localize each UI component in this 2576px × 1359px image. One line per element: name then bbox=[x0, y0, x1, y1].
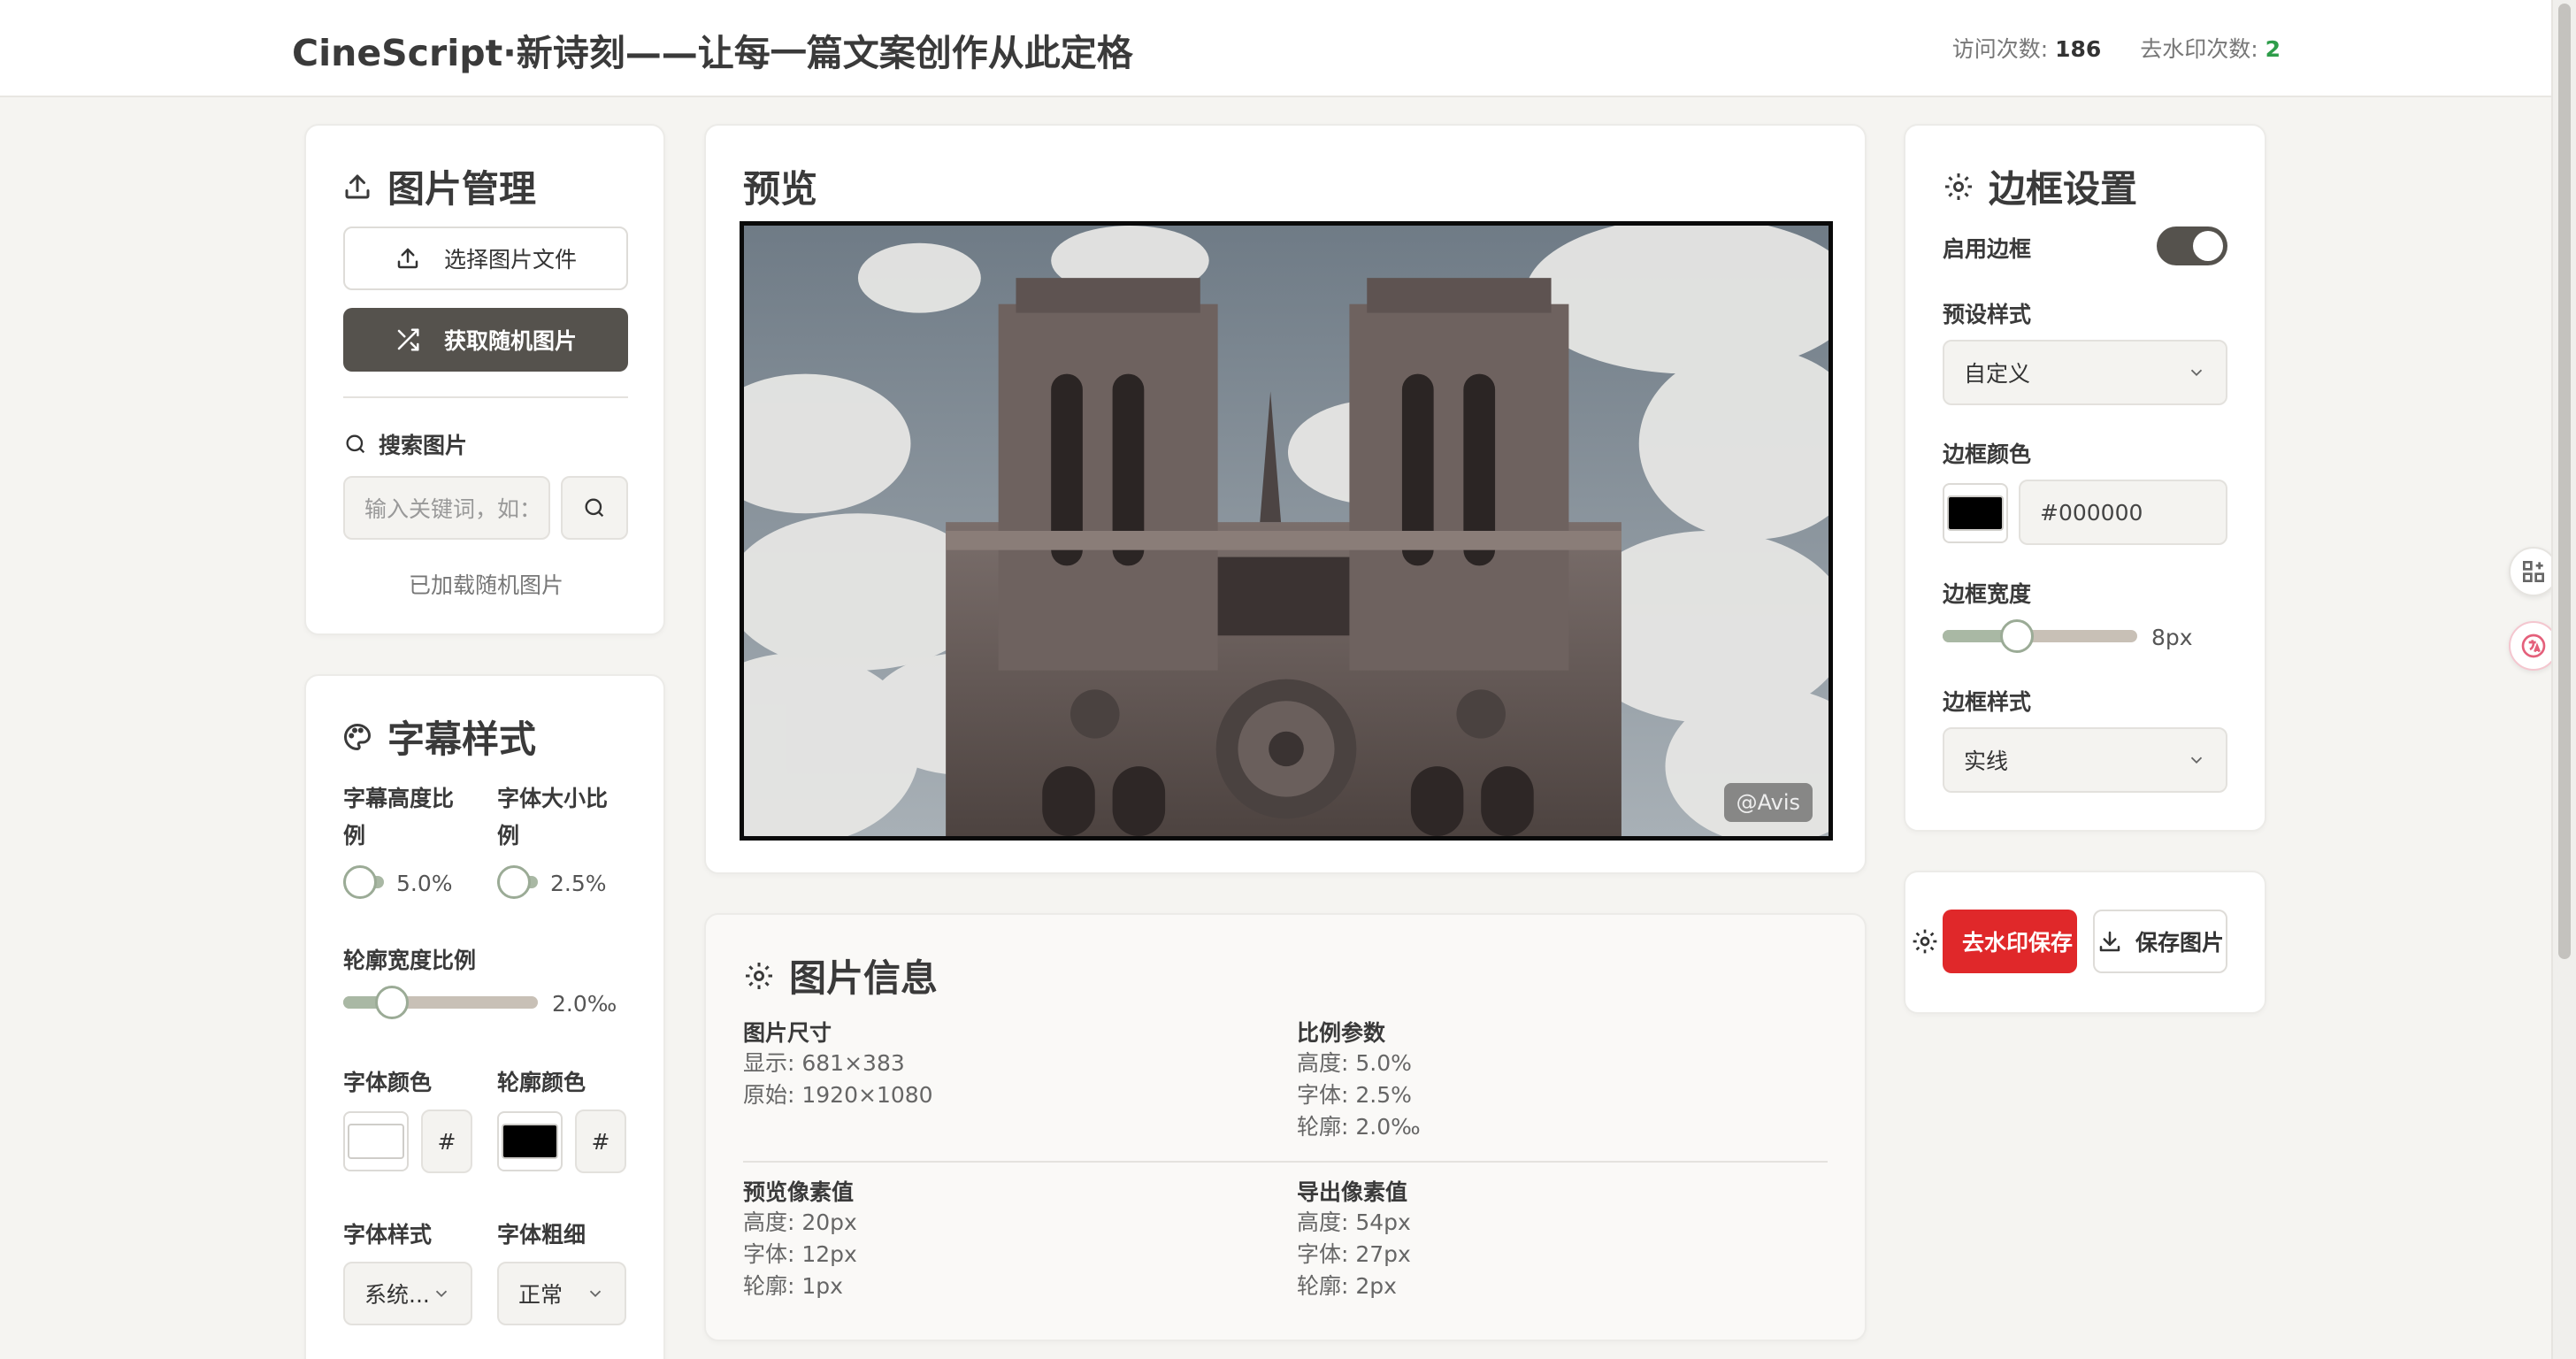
preview-px-font: 字体: 12px bbox=[743, 1241, 857, 1267]
border-width-slider[interactable] bbox=[1943, 619, 2137, 653]
shuffle-icon bbox=[397, 328, 419, 351]
font-color-label: 字体颜色 bbox=[343, 1070, 433, 1095]
font-size-ratio-label: 字体大小比例 bbox=[497, 786, 609, 848]
chevron-down-icon bbox=[589, 1290, 602, 1298]
border-style-select[interactable]: 实线 bbox=[1943, 727, 2227, 793]
random-image-button[interactable]: 获取随机图片 bbox=[343, 308, 628, 372]
remove-watermark-save-button[interactable]: 去水印保存 (2 bbox=[1943, 910, 2077, 973]
page-scrollbar[interactable] bbox=[2551, 0, 2576, 1359]
watermark-count: 2 bbox=[2265, 36, 2281, 62]
chevron-down-icon bbox=[435, 1290, 448, 1298]
font-size-ratio-slider[interactable] bbox=[497, 865, 538, 899]
ratio-height: 高度: 5.0% bbox=[1297, 1050, 1412, 1076]
search-icon bbox=[585, 498, 604, 518]
border-width-label: 边框宽度 bbox=[1943, 581, 2032, 607]
visits-label: 访问次数: bbox=[1951, 36, 2049, 62]
preview-px-outline: 轮廓: 1px bbox=[743, 1273, 843, 1299]
font-weight-label: 字体粗细 bbox=[497, 1222, 586, 1248]
settings-gear-icon[interactable] bbox=[1911, 927, 1939, 956]
ratio-font: 字体: 2.5% bbox=[1297, 1082, 1412, 1108]
preview-px-label: 预览像素值 bbox=[743, 1179, 855, 1205]
export-px-height: 高度: 54px bbox=[1297, 1209, 1411, 1235]
upload-icon bbox=[397, 248, 418, 269]
preset-style-select[interactable]: 自定义 bbox=[1943, 340, 2227, 405]
font-color-hex-button[interactable]: # bbox=[421, 1109, 472, 1173]
apps-icon bbox=[2523, 561, 2544, 582]
border-style-label: 边框样式 bbox=[1943, 689, 2032, 715]
border-color-input[interactable]: #000000 bbox=[2019, 480, 2227, 545]
outline-color-hex-button[interactable]: # bbox=[575, 1109, 626, 1173]
border-width-value: 8px bbox=[2151, 625, 2193, 650]
image-size-label: 图片尺寸 bbox=[743, 1020, 832, 1046]
chevron-down-icon bbox=[2190, 369, 2203, 377]
height-ratio-slider[interactable] bbox=[343, 865, 384, 899]
preview-px-height: 高度: 20px bbox=[743, 1209, 857, 1235]
visits-count: 186 bbox=[2055, 36, 2102, 62]
enable-border-label: 启用边框 bbox=[1943, 236, 2032, 262]
border-color-label: 边框颜色 bbox=[1943, 441, 2032, 467]
font-style-label: 字体样式 bbox=[343, 1222, 433, 1248]
search-label: 搜索图片 bbox=[343, 428, 467, 460]
subtitle-style-card bbox=[304, 674, 665, 1359]
outline-ratio-value: 2.0‰ bbox=[552, 991, 617, 1017]
border-color-swatch[interactable] bbox=[1943, 483, 2008, 543]
upload-icon bbox=[345, 174, 370, 198]
stats: 访问次数: 186 去水印次数: 2 bbox=[1952, 32, 2281, 64]
search-input[interactable]: 输入关键词，如： bbox=[343, 476, 550, 540]
outline-color-label: 轮廓颜色 bbox=[497, 1070, 586, 1095]
export-px-font: 字体: 27px bbox=[1297, 1241, 1411, 1267]
outline-color-swatch[interactable] bbox=[497, 1111, 563, 1171]
subtitle-style-title: 字幕样式 bbox=[341, 710, 536, 764]
save-image-button[interactable]: 保存图片 bbox=[2093, 910, 2227, 973]
height-ratio-value: 5.0% bbox=[396, 871, 453, 896]
top-bar: CineScript·新诗刻——让每一篇文案创作从此定格 访问次数: 186 去… bbox=[0, 0, 2576, 97]
load-status: 已加载随机图片 bbox=[409, 572, 564, 598]
download-icon bbox=[2099, 931, 2120, 952]
search-icon bbox=[346, 434, 365, 454]
height-ratio-label: 字幕高度比例 bbox=[343, 786, 455, 848]
app-title: CineScript·新诗刻——让每一篇文案创作从此定格 bbox=[292, 32, 1133, 74]
outline-ratio-slider[interactable] bbox=[343, 986, 538, 1019]
font-color-swatch[interactable] bbox=[343, 1111, 409, 1171]
slider-thumb[interactable] bbox=[2000, 619, 2034, 653]
gear-icon bbox=[1945, 173, 1972, 200]
info-divider bbox=[743, 1161, 1828, 1163]
watermark-badge: @Avis bbox=[1723, 783, 1813, 822]
font-style-select[interactable]: 系统... bbox=[343, 1262, 472, 1325]
font-weight-select[interactable]: 正常 bbox=[497, 1262, 626, 1325]
ratio-params-label: 比例参数 bbox=[1297, 1020, 1386, 1046]
image-info-title: 图片信息 bbox=[743, 948, 938, 1002]
ratio-outline: 轮廓: 2.0‰ bbox=[1297, 1114, 1421, 1140]
image-manage-title: 图片管理 bbox=[341, 159, 536, 213]
palette-icon bbox=[344, 723, 372, 750]
border-settings-title: 边框设置 bbox=[1943, 159, 2137, 213]
preview-title: 预览 bbox=[743, 167, 818, 211]
cathedral-photo bbox=[744, 226, 1828, 836]
outline-ratio-label: 轮廓宽度比例 bbox=[343, 948, 477, 973]
scrollbar-thumb[interactable] bbox=[2558, 4, 2571, 959]
preset-style-label: 预设样式 bbox=[1943, 302, 2032, 327]
divider bbox=[343, 396, 628, 398]
choose-file-button[interactable]: 选择图片文件 bbox=[343, 226, 628, 290]
chevron-down-icon bbox=[2190, 756, 2203, 764]
image-original-size: 原始: 1920×1080 bbox=[743, 1082, 933, 1108]
export-px-label: 导出像素值 bbox=[1297, 1179, 1408, 1205]
gear-icon bbox=[746, 962, 772, 989]
translate-icon bbox=[2521, 633, 2546, 658]
search-button[interactable] bbox=[561, 476, 628, 540]
enable-border-toggle[interactable] bbox=[2157, 226, 2227, 265]
slider-thumb[interactable] bbox=[375, 986, 409, 1019]
image-display-size: 显示: 681×383 bbox=[743, 1050, 905, 1076]
watermark-count-label: 去水印次数: bbox=[2140, 36, 2258, 62]
export-px-outline: 轮廓: 2px bbox=[1297, 1273, 1397, 1299]
preview-image: @Avis bbox=[740, 221, 1833, 841]
font-size-ratio-value: 2.5% bbox=[550, 871, 607, 896]
